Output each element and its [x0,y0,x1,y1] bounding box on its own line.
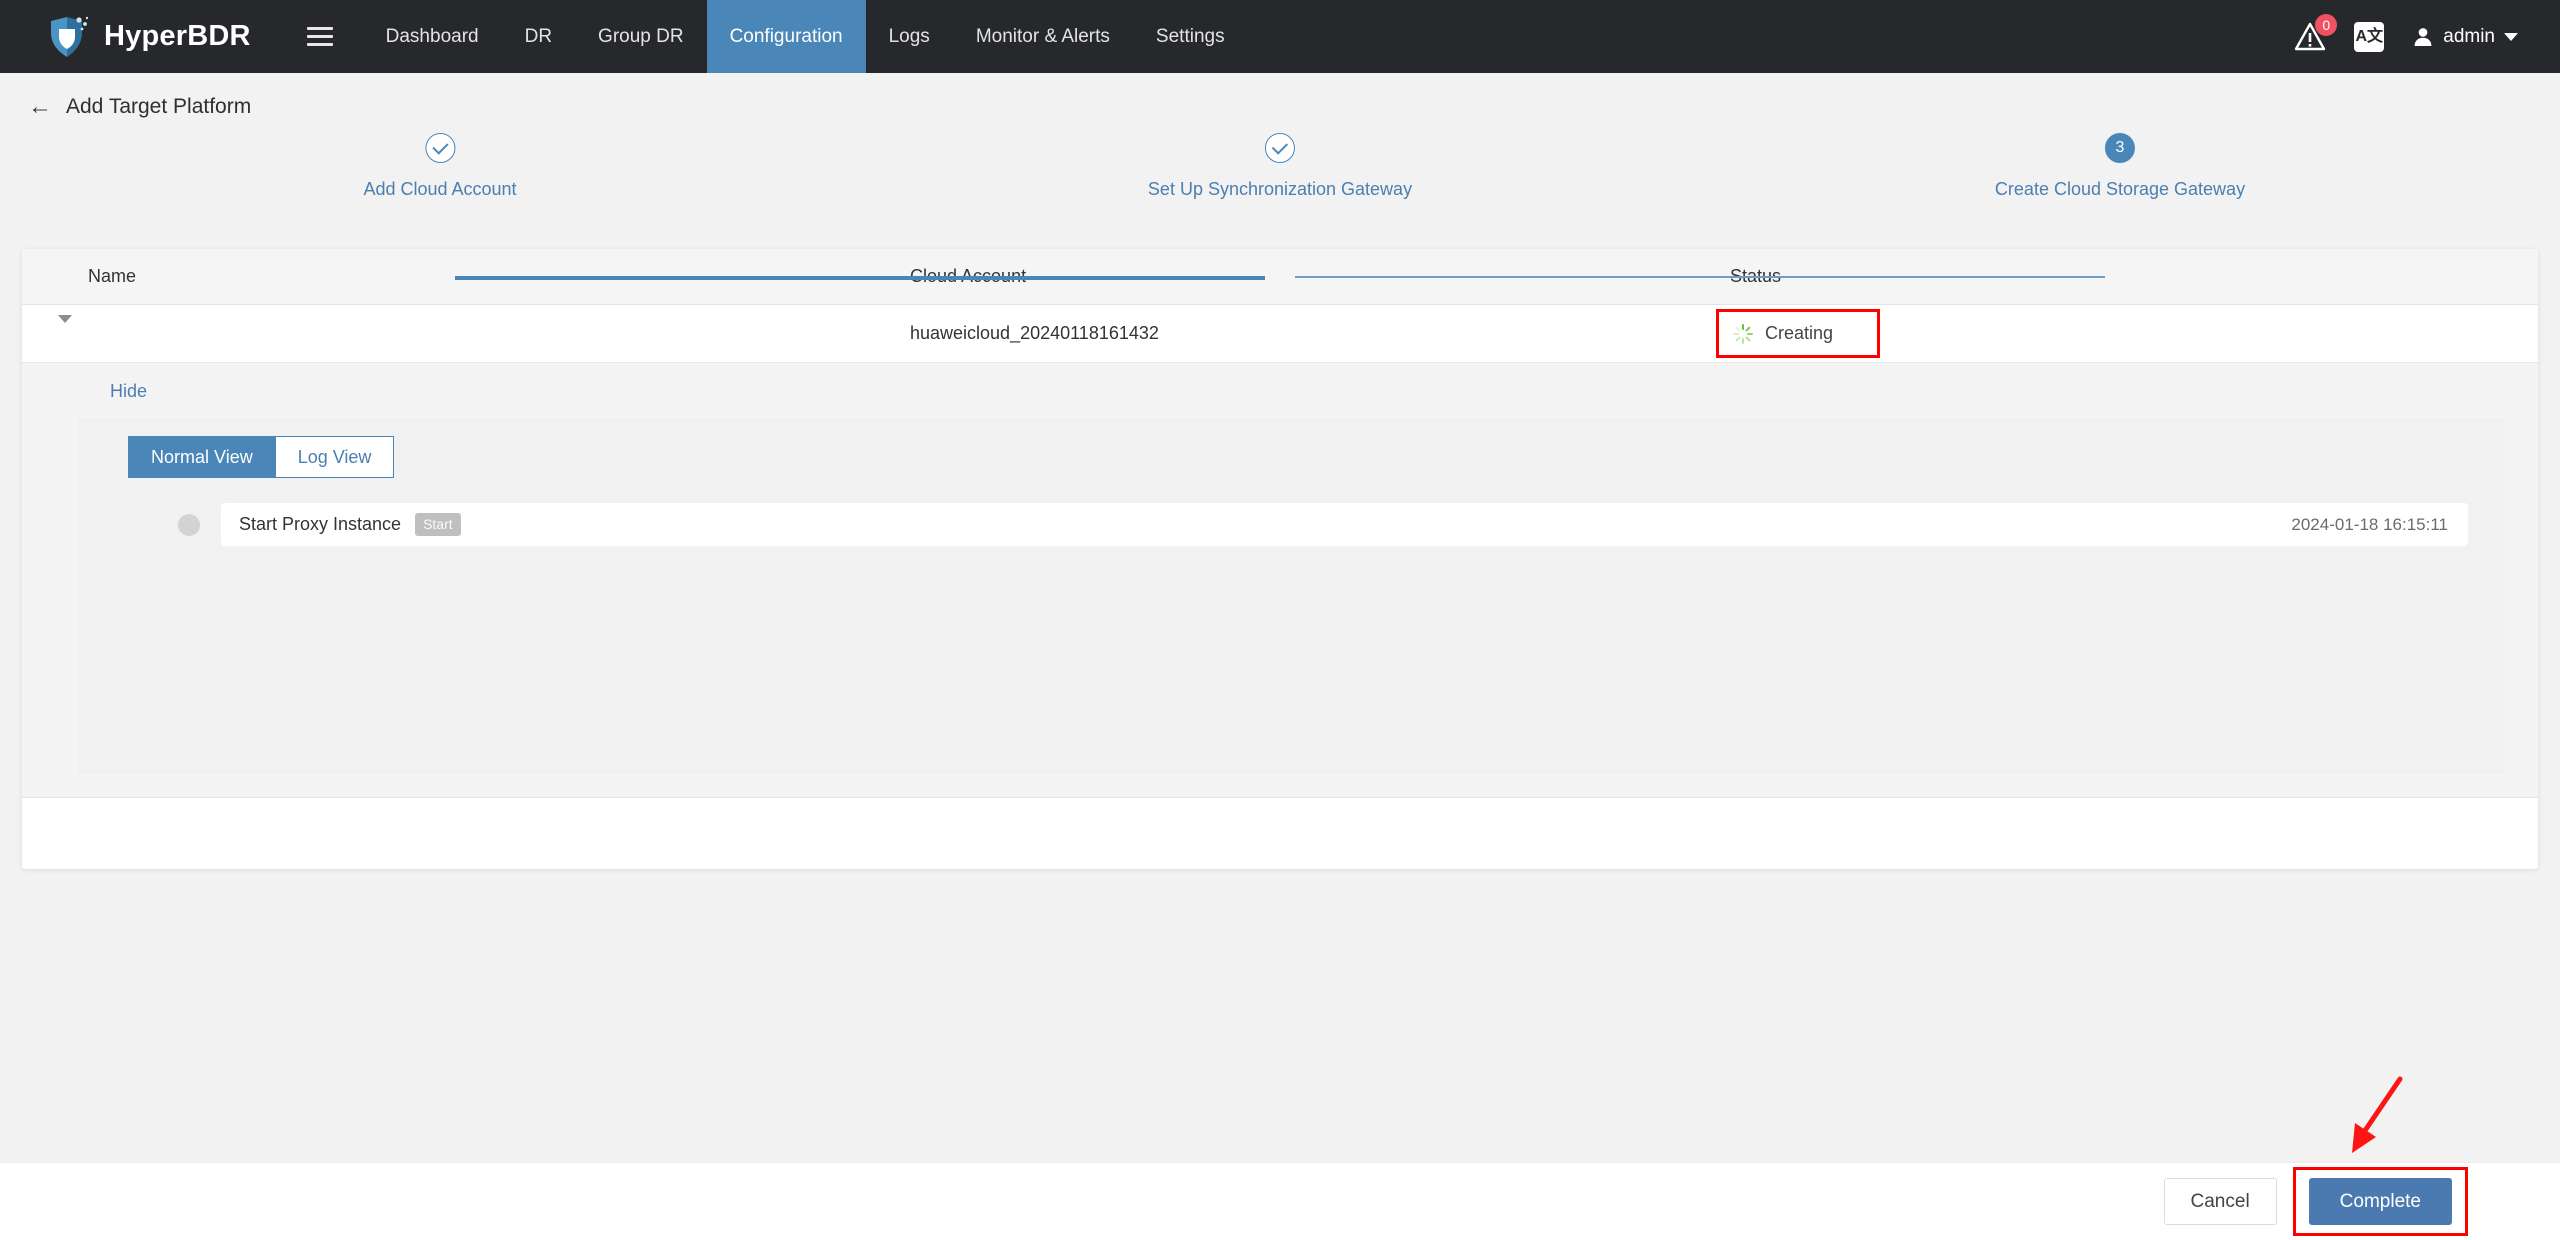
nav-item-monitor-alerts[interactable]: Monitor & Alerts [953,0,1133,73]
back-arrow-icon: ← [28,95,52,119]
step-1-label: Add Cloud Account [363,179,516,200]
step-3-label: Create Cloud Storage Gateway [1995,179,2245,200]
user-avatar-icon [2412,26,2434,48]
page-title: Add Target Platform [66,95,251,119]
row-status-cell: Creating [1730,309,2538,358]
log-entry-title: Start Proxy Instance [239,514,401,535]
log-status-dot-icon [178,514,200,536]
row-detail-panel: Hide Normal View Log View Start Proxy In… [22,363,2538,798]
wizard-stepper: Add Cloud Account Set Up Synchronization… [0,133,2560,237]
chevron-down-icon[interactable] [58,315,72,343]
hide-detail-link[interactable]: Hide [110,381,147,402]
user-menu[interactable]: admin [2412,26,2518,48]
log-entry-box: Start Proxy Instance Start 2024-01-18 16… [221,503,2468,546]
complete-button[interactable]: Complete [2309,1178,2452,1225]
check-icon [432,138,448,154]
step-1-node [425,133,455,163]
wizard-footer: Cancel Complete [0,1162,2560,1240]
detail-inner-panel: Normal View Log View Start Proxy Instanc… [78,418,2504,774]
step-add-cloud-account[interactable]: Add Cloud Account [363,133,516,200]
brand-name: HyperBDR [104,20,251,53]
user-name: admin [2443,26,2495,48]
status-badge: Creating [1765,323,1833,344]
alert-count-badge: 0 [2315,14,2337,36]
brand[interactable]: HyperBDR [0,0,277,73]
chevron-down-icon [2504,33,2518,41]
page-header: ← Add Target Platform [0,73,2560,119]
loading-spinner-icon [1733,324,1753,344]
nav-item-configuration[interactable]: Configuration [707,0,866,73]
step-setup-sync-gateway[interactable]: Set Up Synchronization Gateway [1148,133,1412,200]
step-2-node [1265,133,1295,163]
nav-item-settings[interactable]: Settings [1133,0,1248,73]
navbar-items: Dashboard DR Group DR Configuration Logs… [363,0,1248,73]
gateway-table-card: Name Cloud Account Status huaweicloud_20… [22,249,2538,869]
table-row[interactable]: huaweicloud_20240118161432 Creating [22,305,2538,363]
nav-item-logs[interactable]: Logs [866,0,953,73]
row-cloud-account: huaweicloud_20240118161432 [910,323,1730,344]
row-expand-cell [22,323,80,344]
navbar-left: HyperBDR Dashboard DR Group DR Configura… [0,0,1248,73]
hamburger-menu-icon[interactable] [277,0,363,73]
stepper-connector-2-3 [1295,276,2105,278]
tab-normal-view[interactable]: Normal View [128,436,276,478]
language-switch-icon[interactable]: A文 [2354,22,2384,52]
check-icon [1272,138,1288,154]
complete-highlight-box: Complete [2293,1167,2468,1236]
nav-item-group-dr[interactable]: Group DR [575,0,707,73]
step-3-node: 3 [2105,133,2135,163]
log-entry-chip: Start [415,513,461,536]
app-root: HyperBDR Dashboard DR Group DR Configura… [0,0,2560,1240]
alert-warning-icon[interactable]: 0 [2294,21,2326,53]
nav-item-dr[interactable]: DR [502,0,575,73]
shield-logo-icon [48,15,90,59]
status-highlight-box: Creating [1716,309,1880,358]
nav-item-dashboard[interactable]: Dashboard [363,0,502,73]
top-navbar: HyperBDR Dashboard DR Group DR Configura… [0,0,2560,73]
stepper-connector-1-2 [455,276,1265,280]
list-item: Start Proxy Instance Start 2024-01-18 16… [178,503,2468,546]
cancel-button[interactable]: Cancel [2164,1178,2277,1225]
step-2-label: Set Up Synchronization Gateway [1148,179,1412,200]
back-to-previous[interactable]: ← Add Target Platform [28,95,2560,119]
navbar-right: 0 A文 admin [2294,0,2560,73]
table-header-row: Name Cloud Account Status [22,249,2538,305]
tab-log-view[interactable]: Log View [276,436,395,478]
log-entry-time: 2024-01-18 16:15:11 [2291,515,2448,535]
view-tab-group: Normal View Log View [128,436,2504,478]
step-create-cloud-storage-gateway[interactable]: 3 Create Cloud Storage Gateway [1995,133,2245,200]
red-pointer-arrow-icon [2342,1073,2412,1158]
